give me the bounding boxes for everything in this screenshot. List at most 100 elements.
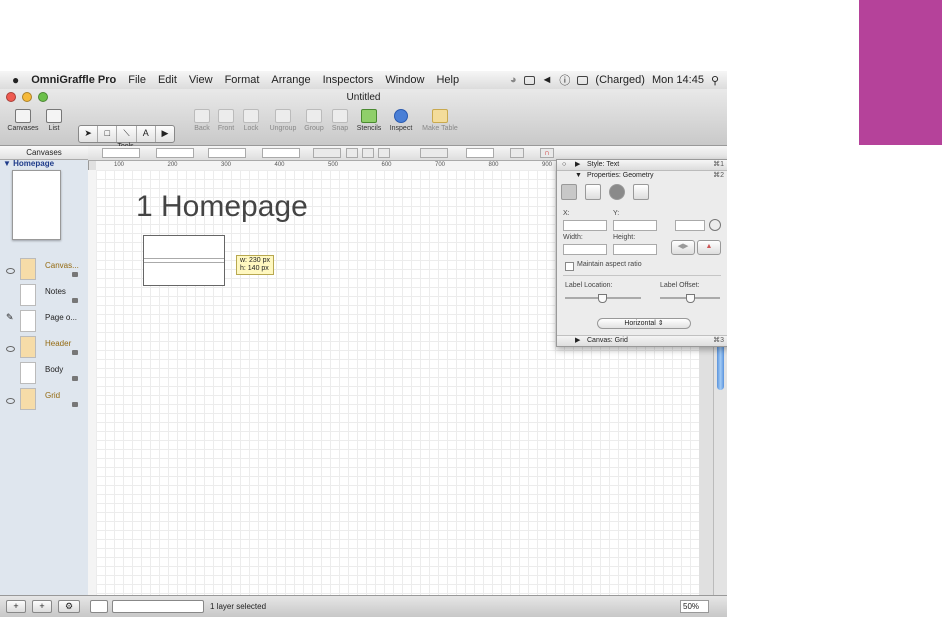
width-input[interactable] <box>563 244 607 255</box>
canvas-item-homepage[interactable]: ▼ Homepage <box>3 159 54 168</box>
add-layer-button[interactable]: + <box>32 600 52 613</box>
menu-help[interactable]: Help <box>430 74 465 86</box>
menu-format[interactable]: Format <box>219 74 266 86</box>
line-style-button[interactable] <box>420 148 448 158</box>
layer-item[interactable]: Body <box>0 362 88 386</box>
wireframe-rectangle[interactable] <box>143 235 225 286</box>
rotate-tab-icon[interactable] <box>609 184 625 200</box>
menu-inspectors[interactable]: Inspectors <box>317 74 380 86</box>
rotation-dial-icon[interactable] <box>709 219 721 231</box>
tools-palette[interactable]: ➤ □ ⟍ A ▶ <box>78 125 175 143</box>
flip-horizontal-button[interactable]: ◀▶ <box>671 240 695 255</box>
menu-extras: ◕ ◄ ⓘ (Charged) Mon 14:45 ⚲ <box>510 71 719 89</box>
layer-name: Page o... <box>45 313 78 322</box>
layer-item[interactable]: Notes <box>0 284 88 308</box>
make-table-button[interactable]: Make Table <box>418 109 462 132</box>
stencils-button[interactable]: Stencils <box>354 109 384 132</box>
add-canvas-button[interactable]: + <box>6 600 26 613</box>
height-input[interactable] <box>613 244 657 255</box>
time-machine-icon[interactable]: ◕ <box>510 74 517 86</box>
layer-swatch <box>20 336 36 358</box>
layer-visibility-icon[interactable] <box>6 346 15 352</box>
window-title: Untitled <box>346 92 381 103</box>
layer-swatch <box>20 258 36 280</box>
selection-tool-icon[interactable]: ➤ <box>79 126 99 142</box>
magnet-button[interactable]: ∩ <box>540 148 554 158</box>
height-field[interactable] <box>262 148 300 158</box>
style-button[interactable] <box>378 148 390 158</box>
maintain-aspect-checkbox[interactable] <box>565 262 574 271</box>
group-button[interactable]: Group <box>302 109 326 132</box>
layer-visibility-icon[interactable] <box>6 268 15 274</box>
width-field[interactable] <box>208 148 246 158</box>
ungroup-button[interactable]: Ungroup <box>264 109 302 132</box>
style-button[interactable] <box>362 148 374 158</box>
layer-item[interactable]: Canvas... <box>0 258 88 282</box>
app-menu[interactable]: OmniGraffle Pro <box>25 74 122 86</box>
settings-gear-icon[interactable]: ⚙ <box>58 600 80 613</box>
menu-arrange[interactable]: Arrange <box>265 74 316 86</box>
more-tools-icon[interactable]: ▶ <box>156 126 174 142</box>
layer-lock-icon[interactable] <box>72 272 78 277</box>
menu-window[interactable]: Window <box>379 74 430 86</box>
battery-status[interactable]: (Charged) <box>595 74 645 86</box>
layer-swatch <box>20 388 36 410</box>
line-tool-icon[interactable]: ⟍ <box>117 126 137 142</box>
layer-visibility-icon[interactable] <box>6 398 15 404</box>
zoom-select[interactable]: 50% <box>680 600 709 613</box>
lock-button[interactable]: Lock <box>240 109 262 132</box>
text-tool-icon[interactable]: A <box>137 126 156 142</box>
stencils-icon <box>361 109 377 123</box>
slider-knob[interactable] <box>686 294 695 303</box>
layer-item[interactable]: ✎ Page o... <box>0 310 88 334</box>
spotlight-search-icon[interactable]: ⚲ <box>711 74 719 87</box>
shape-tool-icon[interactable]: □ <box>98 126 118 142</box>
menu-edit[interactable]: Edit <box>152 74 183 86</box>
display-icon[interactable] <box>523 75 535 85</box>
battery-icon[interactable] <box>577 75 589 85</box>
close-inspector-icon[interactable]: ○ <box>562 160 566 170</box>
list-toggle-button[interactable]: List <box>42 109 66 132</box>
inspector-style-text-row[interactable]: ○ ▶ Style: Text ⌘1 <box>557 160 727 171</box>
y-field[interactable] <box>156 148 194 158</box>
inspector-section-title: Canvas: Grid <box>587 337 628 344</box>
menu-view[interactable]: View <box>183 74 219 86</box>
rotation-input[interactable] <box>675 220 705 231</box>
layer-item[interactable]: Header <box>0 336 88 360</box>
canvas-thumbnail[interactable] <box>12 170 61 240</box>
fill-color-button[interactable] <box>313 148 341 158</box>
front-button[interactable]: Front <box>214 109 238 132</box>
page-title-text[interactable]: 1 Homepage <box>136 190 308 224</box>
layer-lock-icon[interactable] <box>72 402 78 407</box>
menu-clock[interactable]: Mon 14:45 <box>652 74 704 86</box>
orientation-select[interactable]: Horizontal ⇕ <box>597 318 691 329</box>
menu-file[interactable]: File <box>122 74 152 86</box>
stroke-field[interactable] <box>466 148 494 158</box>
style-button[interactable] <box>346 148 358 158</box>
connection-tab-icon[interactable] <box>585 184 601 200</box>
layer-lock-icon[interactable] <box>72 376 78 381</box>
snap-button[interactable]: Snap <box>329 109 351 132</box>
inspector-properties-row[interactable]: ▼ Properties: Geometry ⌘2 <box>557 171 727 181</box>
layer-lock-icon[interactable] <box>72 350 78 355</box>
slider-knob[interactable] <box>598 294 607 303</box>
x-field[interactable] <box>102 148 140 158</box>
layer-item[interactable]: Grid <box>0 388 88 412</box>
inspector-canvas-grid-row[interactable]: ▶ Canvas: Grid ⌘3 <box>557 335 727 346</box>
y-input[interactable] <box>613 220 657 231</box>
volume-icon[interactable]: ◄ <box>542 74 553 86</box>
inspect-button[interactable]: Inspect <box>387 109 415 132</box>
back-button[interactable]: Back <box>191 109 213 132</box>
shadow-button[interactable] <box>510 148 524 158</box>
geometry-tab-icon[interactable] <box>561 184 577 200</box>
note-field[interactable] <box>90 600 108 613</box>
alert-icon[interactable]: ⓘ <box>559 72 570 88</box>
canvases-toggle-button[interactable]: Canvases <box>6 109 40 132</box>
table-tab-icon[interactable] <box>633 184 649 200</box>
x-input[interactable] <box>563 220 607 231</box>
pencil-icon[interactable]: ✎ <box>6 312 14 323</box>
layer-lock-icon[interactable] <box>72 298 78 303</box>
flip-vertical-button[interactable]: ▲ <box>697 240 721 255</box>
note-text-field[interactable] <box>112 600 204 613</box>
apple-menu-icon[interactable]: ● <box>0 73 25 87</box>
